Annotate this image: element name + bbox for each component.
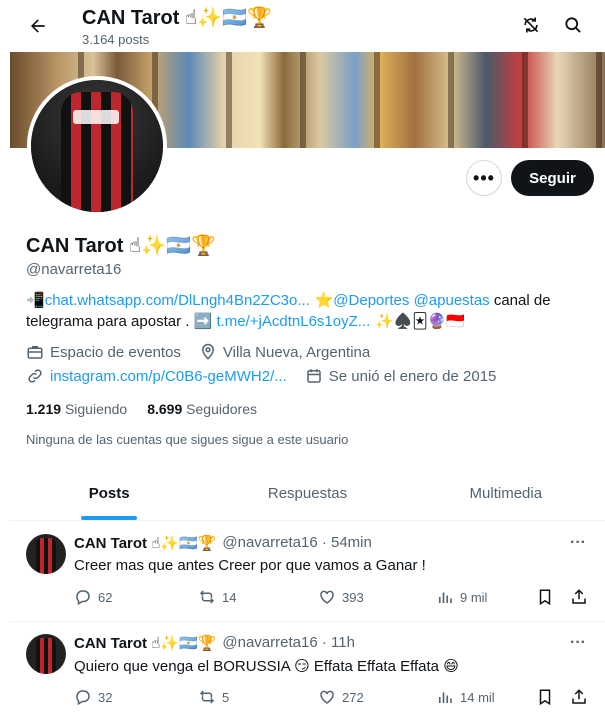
header-post-count: 3.164 posts: [82, 32, 150, 47]
bio-telegram-link[interactable]: t.me/+jAcdtnL6s1oyZ...: [216, 313, 370, 330]
back-arrow-icon: [31, 19, 45, 33]
tweet-author-name[interactable]: CAN Tarot ☝✨🇦🇷🏆: [74, 634, 216, 652]
share-icon: [572, 689, 586, 704]
followers-count: 8.699: [147, 401, 183, 417]
bio-mention-apuestas[interactable]: @apuestas: [414, 292, 490, 309]
profile-meta-row-2: instagram.com/p/C0B6-geMWH2/... Se unió …: [26, 367, 596, 385]
heart-icon: [320, 690, 334, 704]
reply-icon: [76, 590, 90, 606]
top-bar: CAN Tarot ☝✨🇦🇷🏆 3.164 posts: [10, 0, 605, 52]
heart-icon: [320, 590, 334, 604]
like-button[interactable]: 393: [318, 588, 364, 606]
retweet-icon: [199, 590, 215, 604]
tweet-meta[interactable]: @navarreta16 · 54min: [222, 534, 371, 552]
location-pin-icon: [201, 343, 214, 360]
tweet-meta[interactable]: @navarreta16 · 11h: [222, 634, 355, 652]
tweet-header: CAN Tarot ☝✨🇦🇷🏆 @navarreta16 · 11h: [74, 634, 355, 652]
tab-multimedia[interactable]: Multimedia: [407, 467, 605, 520]
tweet-more-button[interactable]: ···: [570, 634, 586, 652]
tweet-more-button[interactable]: ···: [570, 534, 586, 552]
tweet-author-name[interactable]: CAN Tarot ☝✨🇦🇷🏆: [74, 534, 216, 552]
profile-meta-row-1: Espacio de eventos Villa Nueva, Argentin…: [26, 343, 596, 361]
tab-respuestas[interactable]: Respuestas: [208, 467, 406, 520]
reply-icon: [76, 690, 90, 706]
like-count: 393: [342, 589, 364, 605]
tweet[interactable]: CAN Tarot ☝✨🇦🇷🏆 @navarreta16 · 11h ··· Q…: [10, 622, 605, 719]
link-icon: [28, 369, 42, 383]
like-count: 272: [342, 689, 364, 705]
tweet-text: Quiero que venga el BORUSSIA 😏 Effata Ef…: [74, 658, 459, 675]
share-button[interactable]: [570, 688, 588, 706]
bio-emojis: ✨♠️🃏🔮🇮🇩: [370, 312, 466, 330]
followers-stat[interactable]: 8.699 Seguidores: [147, 401, 257, 417]
reply-count: 62: [98, 589, 113, 605]
more-options-button[interactable]: •••: [466, 160, 502, 196]
profile-website[interactable]: instagram.com/p/C0B6-geMWH2/...: [26, 367, 287, 385]
tweet-text: Creer mas que antes Creer por que vamos …: [74, 557, 426, 574]
profile-page: CAN Tarot ☝✨🇦🇷🏆 3.164 posts ••• Seguir C…: [10, 0, 605, 719]
profile-location: Villa Nueva, Argentina: [199, 343, 370, 361]
retweet-icon: [199, 690, 215, 704]
profile-location-label: Villa Nueva, Argentina: [222, 343, 371, 361]
reply-count: 32: [98, 689, 113, 705]
notifications-toggle-button[interactable]: [518, 12, 544, 38]
profile-joined-label: Se unió el enero de 2015: [328, 367, 497, 385]
retweet-button[interactable]: 5: [198, 688, 229, 706]
tweet-avatar[interactable]: [26, 534, 66, 574]
bio-phone-emoji: 📲: [26, 291, 45, 309]
bookmark-icon: [539, 689, 551, 706]
tab-posts[interactable]: Posts: [10, 467, 208, 520]
share-icon: [572, 589, 586, 604]
profile-category-label: Espacio de eventos: [50, 343, 181, 361]
search-icon: [565, 17, 581, 33]
profile-name: CAN Tarot ☝✨🇦🇷🏆: [26, 235, 216, 257]
tweet-avatar[interactable]: [26, 634, 66, 674]
views-icon: [438, 692, 452, 703]
bookmark-icon: [539, 589, 551, 606]
views-icon: [438, 592, 452, 603]
views-count: 14 mil: [460, 689, 495, 705]
profile-category: Espacio de eventos: [26, 343, 181, 361]
share-button[interactable]: [570, 588, 588, 606]
header-name: CAN Tarot ☝✨🇦🇷🏆: [82, 7, 272, 29]
calendar-icon: [307, 369, 321, 383]
bio-whatsapp-link[interactable]: chat.whatsapp.com/DlLngh4Bn2ZC3o...: [45, 292, 310, 309]
views-button[interactable]: 14 mil: [436, 688, 495, 706]
briefcase-icon: [27, 346, 43, 359]
bookmark-button[interactable]: [536, 588, 554, 606]
views-count: 9 mil: [460, 589, 488, 605]
tweet-header: CAN Tarot ☝✨🇦🇷🏆 @navarreta16 · 54min: [74, 534, 372, 552]
like-button[interactable]: 272: [318, 688, 364, 706]
search-button[interactable]: [560, 12, 586, 38]
bio-star-emoji: ⭐: [309, 291, 334, 309]
following-count: 1.219: [26, 401, 62, 417]
tweet-actions: 62 14 393 9 mil: [74, 588, 590, 612]
follow-stats: 1.219 Siguiendo 8.699 Seguidores: [26, 401, 257, 417]
views-button[interactable]: 9 mil: [436, 588, 487, 606]
followers-label: Seguidores: [186, 401, 257, 417]
reply-button[interactable]: 62: [74, 588, 112, 606]
retweet-button[interactable]: 14: [198, 588, 236, 606]
back-button[interactable]: [22, 10, 54, 42]
profile-avatar[interactable]: [27, 76, 167, 216]
no-sync-icon: [523, 17, 539, 33]
profile-bio: 📲chat.whatsapp.com/DlLngh4Bn2ZC3o... ⭐@D…: [26, 290, 586, 332]
bookmark-button[interactable]: [536, 688, 554, 706]
tweet-actions: 32 5 272 14 mil: [74, 688, 590, 712]
retweet-count: 14: [222, 589, 237, 605]
following-stat[interactable]: 1.219 Siguiendo: [26, 401, 127, 417]
profile-website-link[interactable]: instagram.com/p/C0B6-geMWH2/...: [50, 368, 287, 385]
reply-button[interactable]: 32: [74, 688, 112, 706]
retweet-count: 5: [222, 689, 230, 705]
profile-tabs: Posts Respuestas Multimedia: [10, 467, 605, 521]
profile-handle: @navarreta16: [26, 261, 122, 278]
profile-joined: Se unió el enero de 2015: [305, 367, 497, 385]
bio-mention-deportes[interactable]: @Deportes: [333, 292, 409, 309]
tweet[interactable]: CAN Tarot ☝✨🇦🇷🏆 @navarreta16 · 54min ···…: [10, 522, 605, 622]
followed-by-note: Ninguna de las cuentas que sigues sigue …: [26, 432, 349, 447]
follow-button[interactable]: Seguir: [511, 160, 594, 196]
following-label: Siguiendo: [64, 401, 128, 417]
